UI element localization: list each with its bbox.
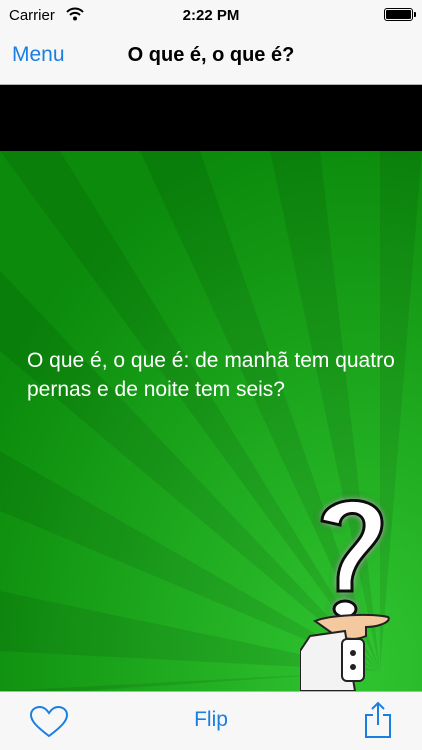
page-title: O que é, o que é? xyxy=(127,44,295,66)
clock: 2:22 PM xyxy=(182,7,240,24)
black-banner xyxy=(0,85,422,151)
question-card: O que é, o que é: de manhã tem quatro pe… xyxy=(0,151,422,691)
question-mark-hand-illustration xyxy=(300,498,390,691)
share-icon[interactable] xyxy=(364,701,392,739)
bottom-toolbar: Flip xyxy=(0,691,422,750)
navigation-bar: Menu O que é, o que é? xyxy=(0,30,422,85)
question-text: O que é, o que é: de manhã tem quatro pe… xyxy=(27,349,395,401)
battery-icon xyxy=(384,8,416,21)
flip-button[interactable]: Flip xyxy=(194,708,228,731)
status-bar: Carrier 2:22 PM xyxy=(0,0,422,30)
